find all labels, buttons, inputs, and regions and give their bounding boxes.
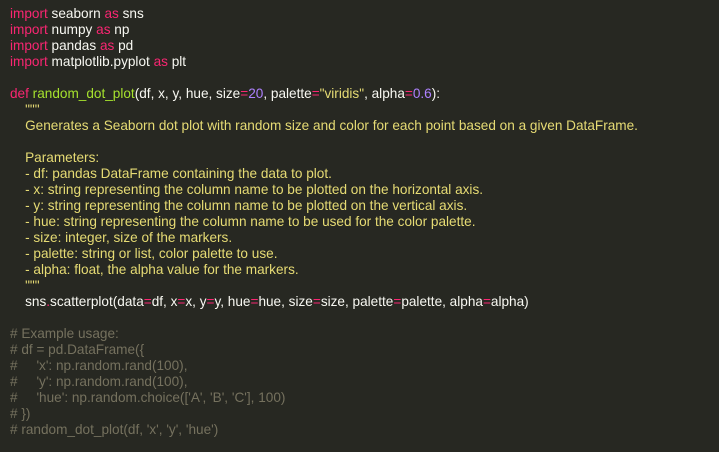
- code-line-scatterplot-call: sns.scatterplot(data=df, x=x, y=y, hue=h…: [10, 294, 719, 310]
- operator-equals: =: [143, 294, 152, 309]
- args-text: y, hue: [214, 294, 251, 309]
- module-name: numpy: [47, 22, 97, 37]
- keyword-import: import: [10, 54, 48, 69]
- module-alias: np: [110, 22, 130, 37]
- module-alias: sns: [118, 6, 144, 21]
- module-name: matplotlib.pyplot: [47, 54, 154, 69]
- docstring-line: - hue: string representing the column na…: [10, 214, 476, 229]
- docstring-line: - df: pandas DataFrame containing the da…: [10, 166, 332, 181]
- comment-line: # df = pd.DataFrame({: [10, 342, 145, 357]
- code-editor[interactable]: import seaborn as sns import numpy as np…: [0, 0, 719, 452]
- function-name: random_dot_plot: [28, 86, 135, 101]
- object-name: sns: [25, 294, 47, 309]
- keyword-import: import: [10, 22, 48, 37]
- operator-equals: =: [404, 86, 413, 101]
- method-name: scatterplot: [50, 294, 113, 309]
- args-text: palette, alpha: [401, 294, 483, 309]
- module-alias: pd: [114, 38, 134, 53]
- args-text: x, y: [185, 294, 207, 309]
- docstring-line: - x: string representing the column name…: [10, 182, 484, 197]
- docstring-line: [10, 134, 719, 150]
- args-text: (data: [112, 294, 144, 309]
- args-text: hue, size: [258, 294, 313, 309]
- operator-equals: =: [312, 294, 321, 309]
- keyword-as: as: [153, 54, 168, 69]
- keyword-import: import: [10, 38, 48, 53]
- comment-line: # 'x': np.random.rand(100),: [10, 358, 188, 373]
- code-line-import-pandas: import pandas as pd: [10, 38, 719, 54]
- code-line-def: def random_dot_plot(df, x, y, hue, size=…: [10, 86, 719, 102]
- keyword-as: as: [104, 6, 119, 21]
- comment-line: # 'y': np.random.rand(100),: [10, 374, 188, 389]
- module-name: pandas: [47, 38, 100, 53]
- keyword-as: as: [96, 22, 111, 37]
- number-literal: 20: [248, 86, 264, 101]
- params-text: ):: [431, 86, 441, 101]
- docstring-line: - y: string representing the column name…: [10, 198, 468, 213]
- args-text: df, x: [151, 294, 178, 309]
- docstring-line: - alpha: float, the alpha value for the …: [10, 262, 299, 277]
- params-text: , alpha: [364, 86, 405, 101]
- params-text: , palette: [263, 86, 312, 101]
- keyword-import: import: [10, 6, 48, 21]
- code-line-import-seaborn: import seaborn as sns: [10, 6, 719, 22]
- docstring-line: - size: integer, size of the markers.: [10, 230, 233, 245]
- keyword-def: def: [10, 86, 29, 101]
- docstring-line: Generates a Seaborn dot plot with random…: [10, 118, 638, 133]
- comment-line: # Example usage:: [10, 326, 119, 341]
- comment-line: # random_dot_plot(df, 'x', 'y', 'hue'): [10, 422, 219, 437]
- docstring-line: """: [10, 278, 40, 293]
- args-text: size, palette: [320, 294, 394, 309]
- operator-equals: =: [482, 294, 491, 309]
- number-literal: 0.6: [412, 86, 432, 101]
- docstring-line: """: [10, 102, 40, 117]
- args-text: alpha): [490, 294, 529, 309]
- comment-line: # }): [10, 406, 31, 421]
- code-line-import-matplotlib: import matplotlib.pyplot as plt: [10, 54, 719, 70]
- operator-equals: =: [311, 86, 320, 101]
- comment-line: # 'hue': np.random.choice(['A', 'B', 'C'…: [10, 390, 286, 405]
- string-literal: "viridis": [319, 86, 365, 101]
- module-alias: plt: [167, 54, 187, 69]
- keyword-as: as: [99, 38, 115, 53]
- code-line-import-numpy: import numpy as np: [10, 22, 719, 38]
- operator-equals: =: [240, 86, 249, 101]
- params-text: (df, x, y, hue, size: [134, 86, 241, 101]
- docstring-line: - palette: string or list, color palette…: [10, 246, 278, 261]
- docstring-line: Parameters:: [10, 150, 100, 165]
- module-name: seaborn: [47, 6, 105, 21]
